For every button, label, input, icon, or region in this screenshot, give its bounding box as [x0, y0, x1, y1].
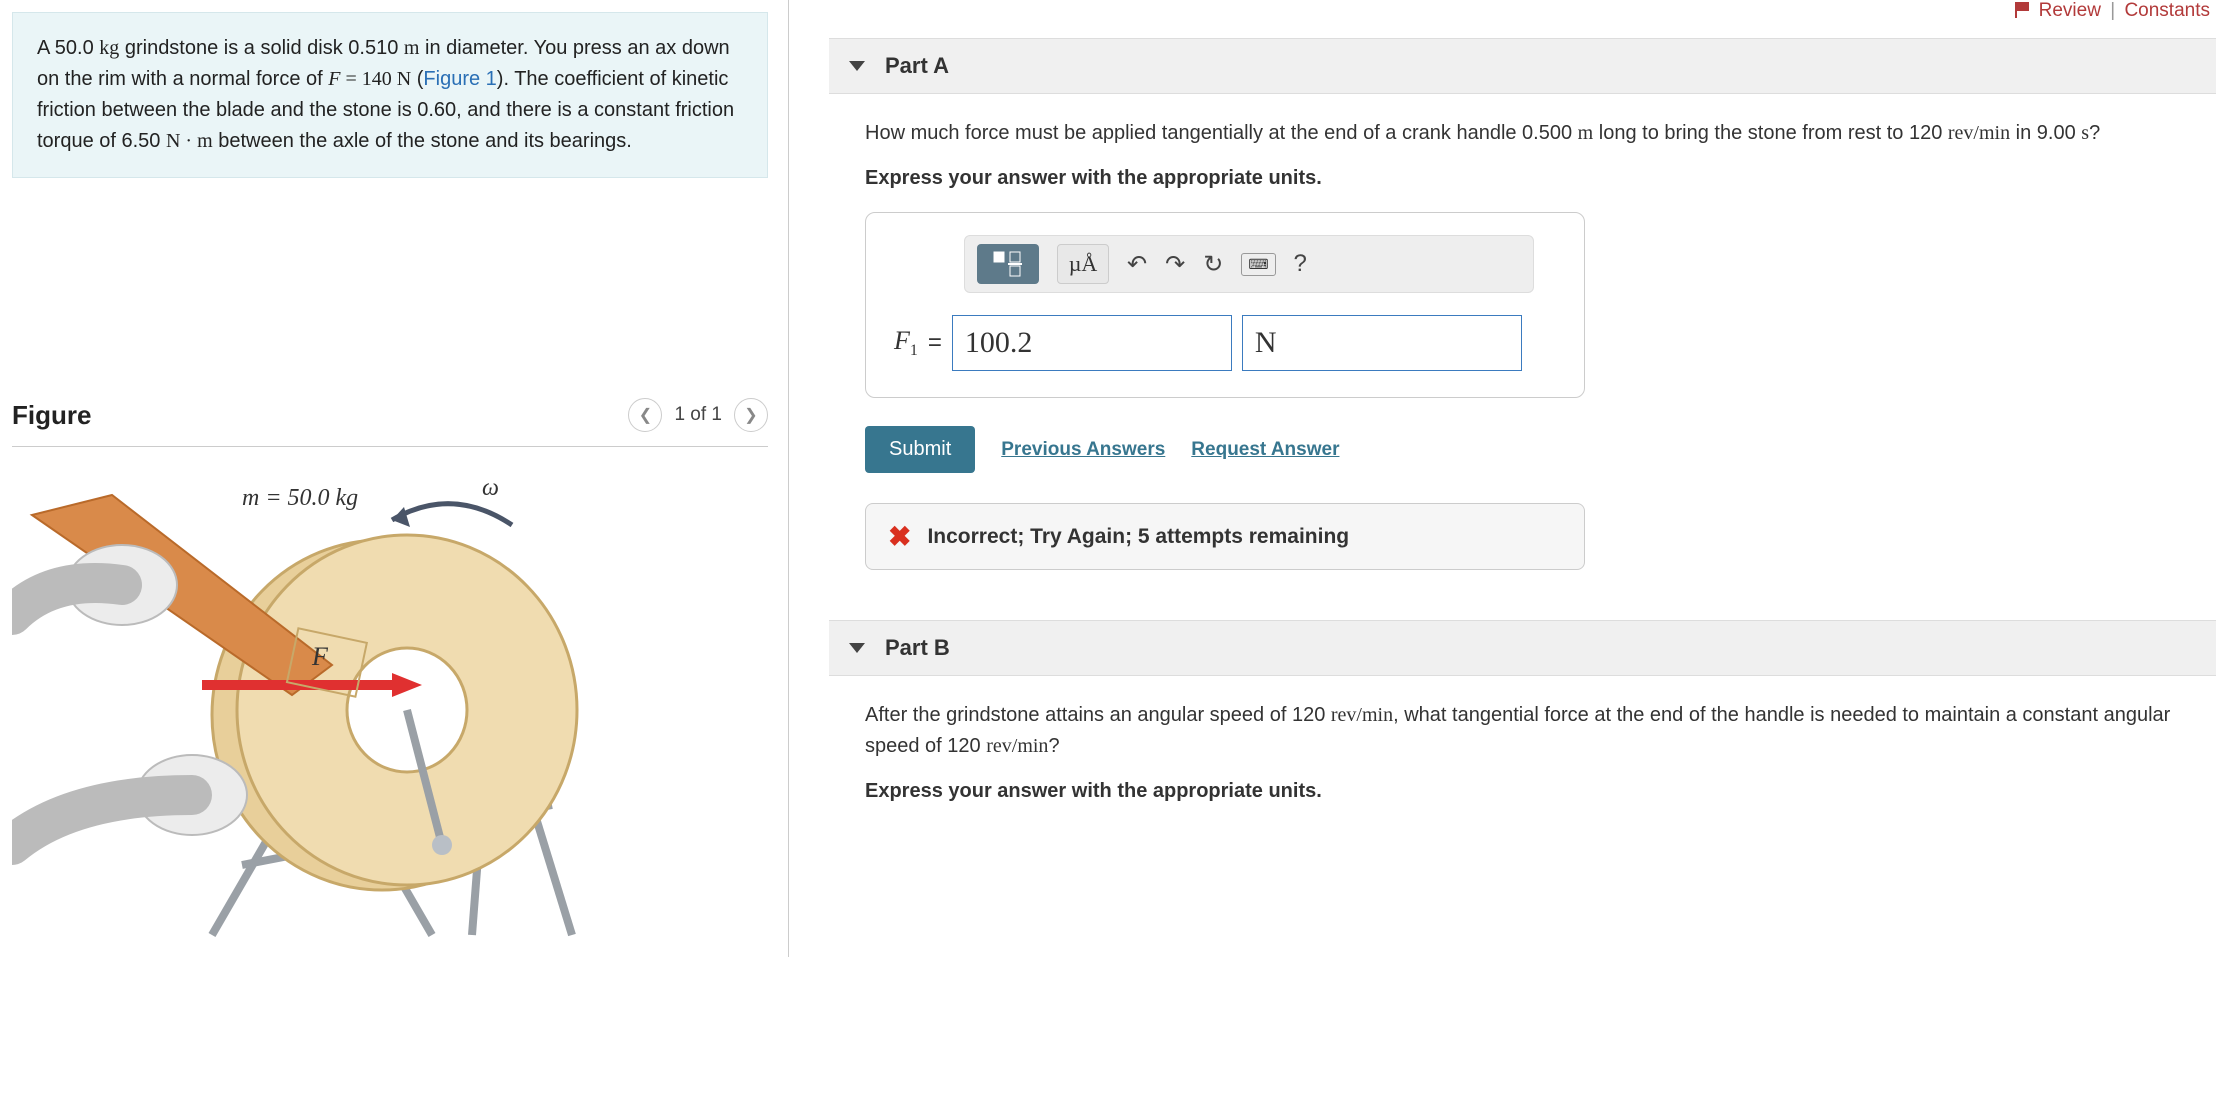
unit-m: m [1578, 122, 1594, 144]
keyboard-icon[interactable]: ⌨ [1241, 253, 1275, 276]
figure-next-button[interactable]: ❯ [734, 398, 768, 432]
q-text: long to bring the stone from rest to 120 [1593, 122, 1948, 144]
omega-label: ω [482, 475, 499, 501]
answer-unit-input[interactable] [1242, 315, 1522, 371]
problem-statement: A 50.0 kg grindstone is a solid disk 0.5… [12, 12, 768, 178]
problem-text: A 50.0 [37, 37, 99, 59]
redo-icon[interactable]: ↷ [1165, 250, 1185, 279]
request-answer-link[interactable]: Request Answer [1191, 439, 1339, 461]
answer-value-input[interactable] [952, 315, 1232, 371]
feedback-text: Incorrect; Try Again; 5 attempts remaini… [927, 525, 1349, 549]
submit-button[interactable]: Submit [865, 426, 975, 473]
constants-link[interactable]: Constants [2124, 0, 2210, 21]
left-column: A 50.0 kg grindstone is a solid disk 0.5… [0, 0, 780, 957]
fraction-tool-icon[interactable] [977, 244, 1039, 284]
unit-revmin: rev/min [1331, 704, 1393, 726]
answer-toolbar: µÅ ↶ ↷ ↻ ⌨ ? [964, 235, 1534, 293]
top-links: Review | Constants [829, 0, 2216, 38]
flag-icon [2015, 2, 2029, 18]
unit-kg: kg [99, 37, 119, 59]
part-b-question: After the grindstone attains an angular … [865, 700, 2210, 762]
problem-text: = 140 [340, 68, 396, 90]
answer-row: F1 = [894, 315, 1556, 371]
caret-down-icon [849, 643, 865, 653]
figure-counter: 1 of 1 [674, 404, 722, 426]
figure-nav: ❮ 1 of 1 ❯ [628, 398, 768, 432]
unit-Nm: N · m [166, 130, 213, 152]
answer-symbol: F [894, 326, 910, 355]
part-b-instruction: Express your answer with the appropriate… [865, 780, 2210, 803]
q-text: in 9.00 [2010, 122, 2081, 144]
undo-icon[interactable]: ↶ [1127, 250, 1147, 279]
unit-m: m [404, 37, 420, 59]
reset-icon[interactable]: ↻ [1203, 250, 1223, 279]
answer-subscript: 1 [910, 342, 918, 359]
part-b-header[interactable]: Part B [829, 620, 2216, 676]
units-tool-icon[interactable]: µÅ [1057, 244, 1109, 284]
unit-s: s [2081, 122, 2089, 144]
unit-revmin: rev/min [1948, 122, 2010, 144]
problem-text: grindstone is a solid disk 0.510 [119, 37, 404, 59]
part-b-body: After the grindstone attains an angular … [829, 700, 2216, 803]
part-a-title: Part A [885, 53, 949, 79]
help-icon[interactable]: ? [1294, 250, 1307, 278]
previous-answers-link[interactable]: Previous Answers [1001, 439, 1165, 461]
part-a-body: How much force must be applied tangentia… [829, 118, 2216, 570]
caret-down-icon [849, 61, 865, 71]
unit-N: N [397, 68, 411, 90]
figure-image: m = 50.0 kg F ω [12, 465, 652, 945]
part-a-question: How much force must be applied tangentia… [865, 118, 2210, 149]
force-label: F [311, 642, 329, 671]
problem-text: between the axle of the stone and its be… [213, 130, 632, 152]
figure-section: Figure ❮ 1 of 1 ❯ [12, 398, 768, 945]
incorrect-icon: ✖ [888, 520, 911, 553]
feedback-box: ✖ Incorrect; Try Again; 5 attempts remai… [865, 503, 1585, 570]
q-text: ? [1048, 735, 1059, 757]
review-link[interactable]: Review [2039, 0, 2101, 21]
q-text: After the grindstone attains an angular … [865, 704, 1331, 726]
figure-link[interactable]: Figure 1 [423, 68, 496, 90]
right-column: Review | Constants Part A How much force… [788, 0, 2240, 957]
unit-revmin: rev/min [986, 735, 1048, 757]
answer-box: µÅ ↶ ↷ ↻ ⌨ ? F1 = [865, 212, 1585, 398]
var-F: F [328, 68, 340, 90]
q-text: How much force must be applied tangentia… [865, 122, 1578, 144]
q-text: ? [2089, 122, 2100, 144]
separator: | [2110, 0, 2115, 21]
mass-label: m = 50.0 kg [242, 485, 358, 511]
answer-equals: = [928, 329, 942, 357]
figure-prev-button[interactable]: ❮ [628, 398, 662, 432]
problem-text: ( [411, 68, 423, 90]
part-b-title: Part B [885, 635, 950, 661]
part-a-header[interactable]: Part A [829, 38, 2216, 94]
part-a-instruction: Express your answer with the appropriate… [865, 167, 2210, 190]
actions-row: Submit Previous Answers Request Answer [865, 426, 2210, 473]
figure-header: Figure ❮ 1 of 1 ❯ [12, 398, 768, 447]
answer-label: F1 [894, 326, 918, 360]
figure-title: Figure [12, 400, 91, 431]
